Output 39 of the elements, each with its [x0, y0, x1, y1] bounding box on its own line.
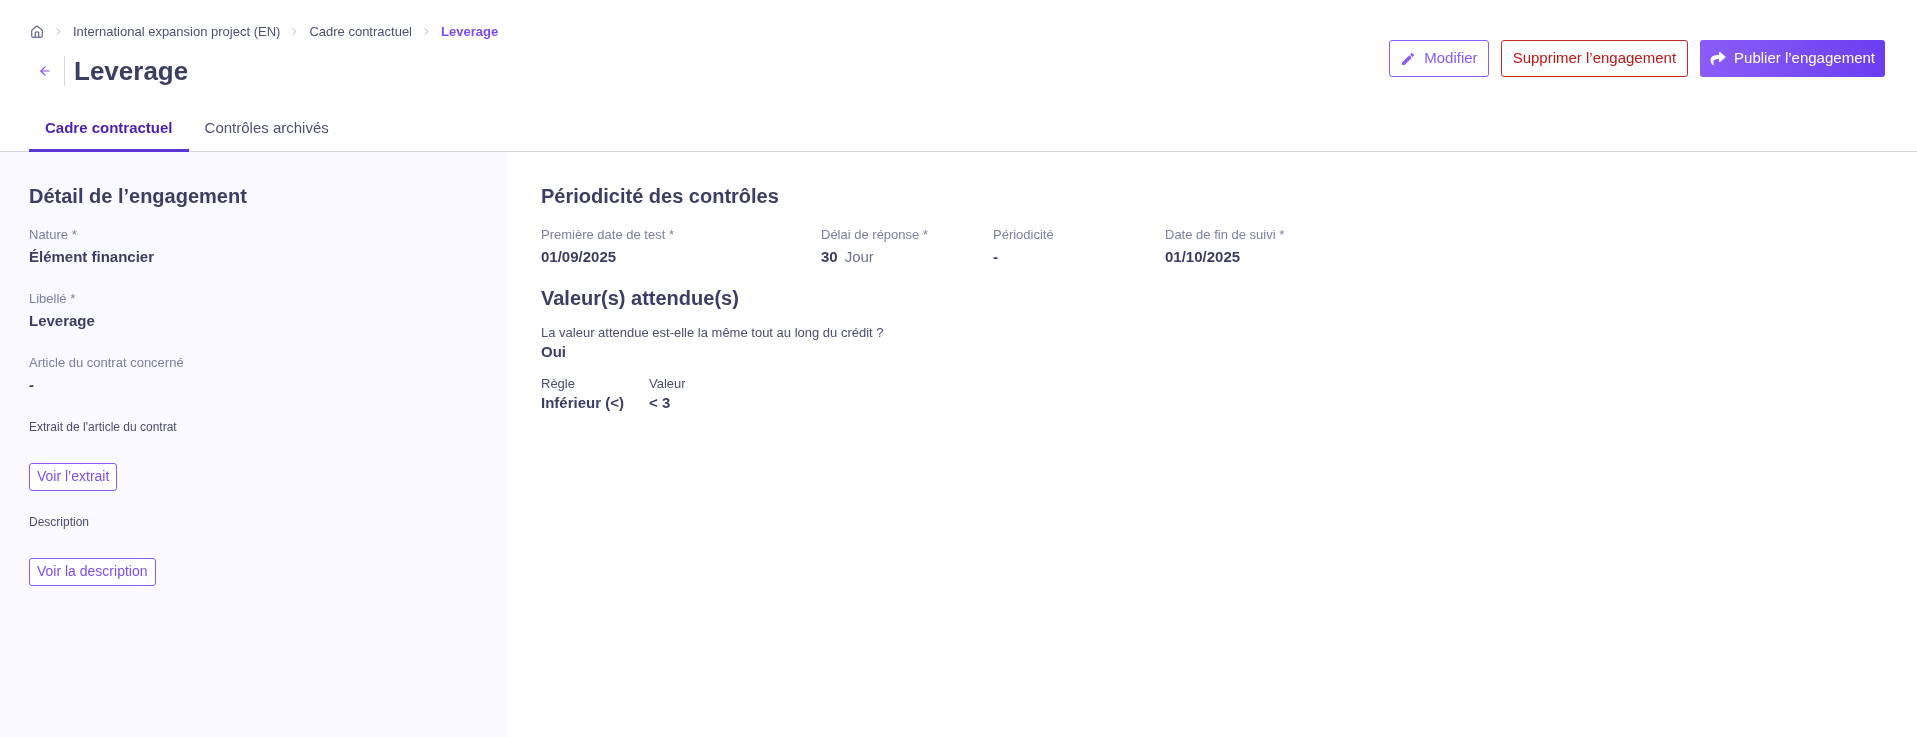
- delete-button[interactable]: Supprimer l’engagement: [1500, 40, 1689, 77]
- view-button[interactable]: Voir l’extrait: [29, 462, 118, 491]
- page-title: Leverage: [74, 55, 189, 86]
- breadcrumb-link[interactable]: Cadre contractuel: [309, 22, 412, 42]
- view-button[interactable]: Voir la description: [29, 557, 156, 586]
- section-title: Détail de l’engagement: [29, 183, 247, 208]
- unit-label: Jour: [844, 246, 874, 267]
- field-label: Description: [29, 513, 90, 531]
- field-label: Nature *: [29, 225, 77, 244]
- section-title: Valeur(s) attendue(s): [541, 285, 739, 310]
- field-label: Règle: [541, 374, 575, 393]
- pencil-icon: [1400, 50, 1417, 67]
- field-value: 30: [821, 246, 838, 267]
- section-title: Périodicité des contrôles: [541, 183, 779, 208]
- tab[interactable]: Contrôles archivés: [188, 107, 345, 152]
- home-icon[interactable]: [30, 24, 44, 39]
- field-value: < 3: [649, 392, 671, 413]
- field-value: Inférieur (<): [541, 392, 624, 413]
- field-label: Délai de réponse *: [821, 225, 928, 244]
- field-value: -: [29, 374, 34, 395]
- field-label: Première date de test *: [541, 225, 674, 244]
- field-value: 01/09/2025: [541, 246, 617, 267]
- publish-button[interactable]: Publier l’engagement: [1700, 40, 1885, 77]
- field-label: Date de fin de suivi *: [1165, 225, 1285, 244]
- field-value: 01/10/2025: [1165, 246, 1241, 267]
- breadcrumb-link[interactable]: International expansion project (EN): [73, 22, 281, 42]
- field-label: Extrait de l'article du contrat: [29, 418, 177, 436]
- field-label: Article du contrat concerné: [29, 353, 184, 372]
- field-label: Valeur: [649, 374, 686, 393]
- field-value: Leverage: [29, 310, 95, 331]
- field-label: Périodicité: [993, 225, 1054, 244]
- question-answer: Oui: [541, 341, 566, 362]
- field-value: Élément financier: [29, 246, 155, 267]
- share-arrow-icon: [1710, 51, 1727, 66]
- breadcrumb-link[interactable]: Leverage: [441, 22, 499, 42]
- question-label: La valeur attendue est-elle la même tout au long du crédit ?: [541, 323, 884, 342]
- field-label: Libellé *: [29, 289, 76, 308]
- field-value: -: [993, 246, 998, 267]
- edit-button[interactable]: Modifier: [1389, 40, 1489, 77]
